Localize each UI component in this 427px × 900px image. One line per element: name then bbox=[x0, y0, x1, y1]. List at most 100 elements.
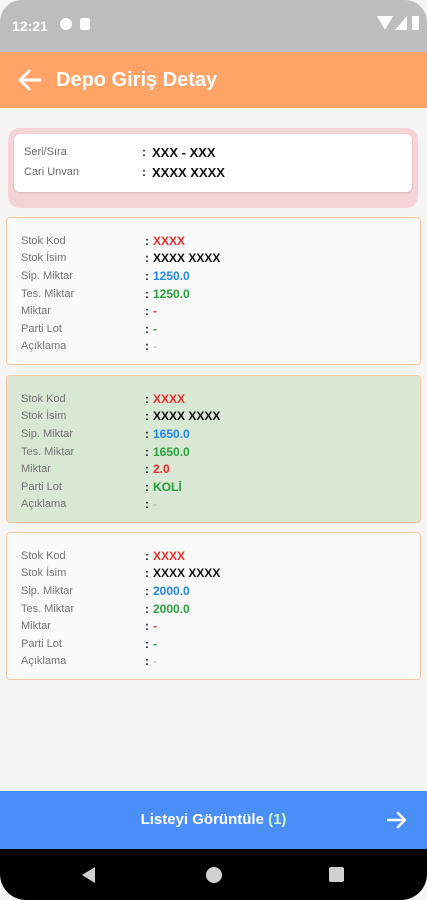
wifi-icon bbox=[377, 16, 393, 30]
colon: : bbox=[145, 444, 149, 459]
stok-isim-value: XXXX XXXX bbox=[153, 566, 221, 581]
tes-miktar-value: 2000.0 bbox=[153, 601, 190, 616]
battery-icon bbox=[412, 16, 419, 30]
tes-miktar-row: Tes. Miktar:1250.0 bbox=[21, 285, 420, 303]
document-header-card: Seri/Sıra : XXX - XXX Cari Unvan : XXXX … bbox=[8, 128, 418, 208]
tes-miktar-value: 1250.0 bbox=[153, 286, 190, 301]
parti-lot-value: - bbox=[153, 321, 157, 336]
header-value: XXXX XXXX bbox=[152, 164, 225, 180]
tes-miktar-label: Tes. Miktar bbox=[21, 602, 75, 615]
colon: : bbox=[145, 636, 149, 651]
system-nav-bar bbox=[0, 849, 427, 900]
nav-recents-icon[interactable] bbox=[329, 867, 344, 882]
header-label: Seri/Sıra bbox=[24, 146, 67, 158]
stock-item-card[interactable]: Stok Kod: XXXX Stok İsim: XXXX XXXX Sip. M… bbox=[6, 217, 421, 365]
colon: : bbox=[145, 391, 149, 406]
aciklama-label: Açıklama bbox=[21, 340, 67, 353]
colon: : bbox=[145, 497, 149, 512]
parti-lot-row: Parti Lot: - bbox=[21, 635, 420, 653]
sip-miktar-row: Sip. Miktar:1650.0 bbox=[21, 425, 420, 443]
signal-icon bbox=[395, 16, 407, 30]
miktar-label: Miktar bbox=[21, 305, 51, 318]
stock-item-card[interactable]: Stok Kod: XXXX Stok İsim: XXXX XXXX Sip. M… bbox=[6, 532, 421, 680]
colon: : bbox=[145, 286, 149, 301]
view-list-label: Listeyi Görüntüle bbox=[140, 811, 264, 828]
header-label: Cari Unvan bbox=[24, 166, 80, 178]
stok-kod-label: Stok Kod bbox=[21, 549, 66, 562]
colon: : bbox=[145, 462, 149, 477]
colon: : bbox=[145, 409, 149, 424]
miktar-value: 2.0 bbox=[153, 462, 170, 477]
page-title: Depo Giriş Detay bbox=[56, 69, 218, 91]
stok-isim-row: Stok İsim: XXXX XXXX bbox=[21, 250, 420, 268]
colon: : bbox=[145, 426, 149, 441]
miktar-value: - bbox=[153, 619, 157, 634]
nav-back-icon[interactable] bbox=[82, 867, 95, 883]
colon: : bbox=[145, 268, 149, 283]
stok-kod-value: XXXX bbox=[153, 391, 186, 406]
colon: : bbox=[145, 233, 149, 248]
notification-icon bbox=[60, 18, 72, 30]
stok-kod-row: Stok Kod: XXXX bbox=[21, 232, 420, 250]
stok-isim-value: XXXX XXXX bbox=[153, 409, 221, 424]
header-colon: : bbox=[142, 165, 146, 179]
parti-lot-label: Parti Lot bbox=[21, 480, 62, 493]
stok-isim-label: Stok İsim bbox=[21, 410, 67, 423]
aciklama-row: Açıklama: - bbox=[21, 653, 420, 671]
miktar-row: Miktar: - bbox=[21, 302, 420, 320]
stok-isim-label: Stok İsim bbox=[21, 567, 67, 580]
parti-lot-label: Parti Lot bbox=[21, 637, 62, 650]
miktar-row: Miktar: - bbox=[21, 617, 420, 635]
nav-home-icon[interactable] bbox=[206, 867, 222, 883]
tes-miktar-row: Tes. Miktar:2000.0 bbox=[21, 600, 420, 618]
colon: : bbox=[145, 548, 149, 563]
stock-item-card-selected[interactable]: Stok Kod: XXXX Stok İsim: XXXX XXXX Sip. M… bbox=[6, 375, 421, 523]
aciklama-label: Açıklama bbox=[21, 655, 67, 668]
stok-kod-label: Stok Kod bbox=[21, 234, 66, 247]
parti-lot-label: Parti Lot bbox=[21, 322, 62, 335]
miktar-label: Miktar bbox=[21, 620, 51, 633]
aciklama-row: Açıklama: - bbox=[21, 338, 420, 356]
header-row-cari-unvan: Cari Unvan : XXXX XXXX bbox=[24, 162, 402, 182]
tes-miktar-value: 1650.0 bbox=[153, 444, 190, 459]
stok-kod-value: XXXX bbox=[153, 548, 186, 563]
parti-lot-value: KOLİ bbox=[153, 479, 182, 494]
colon: : bbox=[145, 339, 149, 354]
sim-icon bbox=[80, 18, 90, 30]
aciklama-row: Açıklama: - bbox=[21, 496, 420, 514]
sip-miktar-row: Sip. Miktar:2000.0 bbox=[21, 582, 420, 600]
view-list-count: (1) bbox=[268, 811, 287, 828]
colon: : bbox=[145, 304, 149, 319]
arrow-left-icon bbox=[18, 69, 42, 91]
tes-miktar-label: Tes. Miktar bbox=[21, 445, 75, 458]
tes-miktar-label: Tes. Miktar bbox=[21, 287, 75, 300]
app-bar: Depo Giriş Detay bbox=[0, 52, 427, 108]
colon: : bbox=[145, 251, 149, 266]
colon: : bbox=[145, 601, 149, 616]
sip-miktar-label: Sip. Miktar bbox=[21, 427, 73, 440]
status-time: 12:21 bbox=[12, 18, 48, 34]
sip-miktar-value: 2000.0 bbox=[153, 583, 190, 598]
miktar-label: Miktar bbox=[21, 463, 51, 476]
aciklama-value: - bbox=[153, 497, 157, 512]
aciklama-value: - bbox=[153, 339, 157, 354]
back-button[interactable] bbox=[14, 64, 46, 96]
stok-isim-row: Stok İsim: XXXX XXXX bbox=[21, 565, 420, 583]
arrow-right-icon bbox=[385, 808, 409, 832]
colon: : bbox=[145, 479, 149, 494]
sip-miktar-label: Sip. Miktar bbox=[21, 584, 73, 597]
sip-miktar-row: Sip. Miktar:1250.0 bbox=[21, 267, 420, 285]
miktar-row: Miktar:2.0 bbox=[21, 460, 420, 478]
parti-lot-row: Parti Lot: KOLİ bbox=[21, 478, 420, 496]
stok-kod-label: Stok Kod bbox=[21, 392, 66, 405]
aciklama-label: Açıklama bbox=[21, 498, 67, 511]
colon: : bbox=[145, 566, 149, 581]
colon: : bbox=[145, 619, 149, 634]
colon: : bbox=[145, 321, 149, 336]
view-list-button-text: Listeyi Görüntüle (1) bbox=[0, 811, 427, 828]
header-colon: : bbox=[142, 145, 146, 159]
view-list-button[interactable]: Listeyi Görüntüle (1) bbox=[0, 791, 427, 849]
header-value: XXX - XXX bbox=[152, 144, 216, 160]
stok-isim-row: Stok İsim: XXXX XXXX bbox=[21, 408, 420, 426]
stok-kod-row: Stok Kod: XXXX bbox=[21, 547, 420, 565]
